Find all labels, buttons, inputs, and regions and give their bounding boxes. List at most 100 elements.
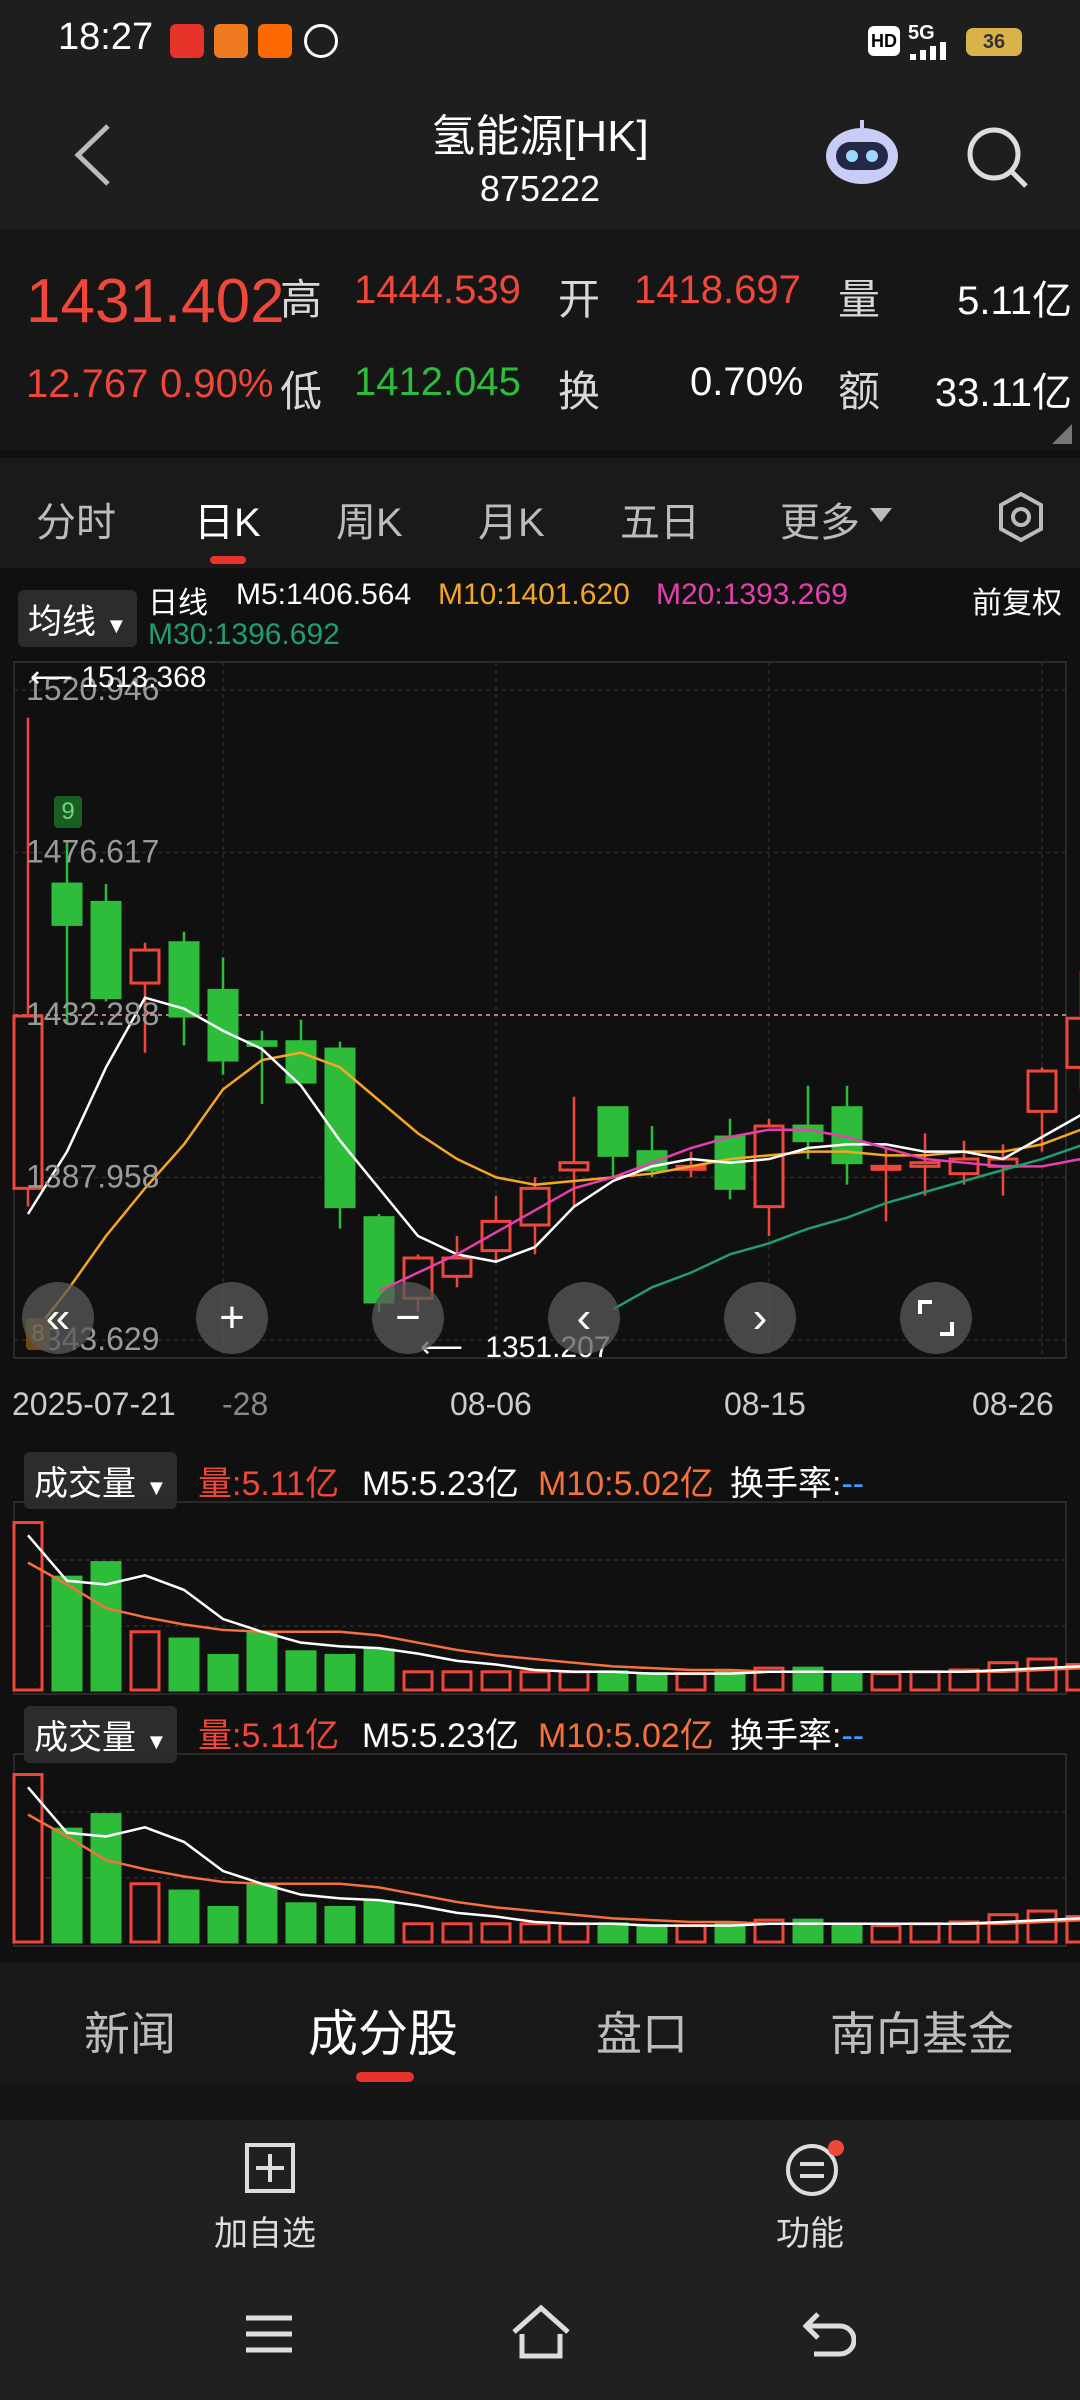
low-label: 低 <box>280 368 323 415</box>
ma5-line <box>26 996 1080 1263</box>
volume-bar <box>129 1882 161 1944</box>
price-adjust-toggle[interactable]: 前复权 <box>972 578 1062 622</box>
taobao-notification-icon <box>258 24 292 58</box>
volume-ma10-readout: M10:5.02亿 <box>538 1465 714 1503</box>
fullscreen-button[interactable] <box>900 1282 972 1354</box>
active-tab-indicator <box>356 2072 414 2082</box>
volume-bar <box>831 1672 863 1692</box>
y-tick-label: 1432.288 <box>26 996 159 1032</box>
volume-bar <box>168 1637 200 1692</box>
tab-constituents[interactable]: 成分股 <box>308 1994 458 2066</box>
volume-ma5-readout: M5:5.23亿 <box>362 1465 519 1503</box>
candle-body <box>909 1161 941 1168</box>
functions-button[interactable]: 功能 <box>774 2140 884 2253</box>
volume-bar <box>324 1905 356 1944</box>
scroll-to-start-button[interactable]: « <box>22 1282 94 1354</box>
robot-assistant-icon[interactable] <box>822 118 902 188</box>
volume-dropdown-label: 成交量 <box>34 1465 136 1503</box>
candle-body <box>129 948 161 985</box>
zoom-in-button[interactable]: + <box>196 1282 268 1354</box>
volume-bar <box>246 1632 278 1692</box>
candle-body <box>558 1161 590 1172</box>
turnover-label: 换 <box>558 368 601 415</box>
status-time: 18:27 <box>58 16 154 58</box>
tab-daily-k[interactable]: 日K <box>194 490 261 548</box>
tab-monthly-k[interactable]: 月K <box>478 490 545 548</box>
volume-chart[interactable] <box>0 1500 1080 1700</box>
page-title: 氢能源[HK] <box>431 112 649 161</box>
home-icon[interactable] <box>510 2304 572 2360</box>
action-toolbar <box>0 2120 1080 2270</box>
app-notification-icon <box>170 24 204 58</box>
tab-news[interactable]: 新闻 <box>84 1998 176 2064</box>
turnover-rate-value: -- <box>841 1465 865 1503</box>
scroll-right-button[interactable]: › <box>724 1282 796 1354</box>
hd-icon: HD <box>868 26 900 56</box>
menu-circle-icon <box>786 2140 844 2196</box>
max-price-marker: ⟵ 1513.368 <box>30 660 207 695</box>
x-tick: 08-26 <box>972 1386 1054 1422</box>
x-tick: -28 <box>222 1386 269 1422</box>
add-watchlist-button[interactable]: 加自选 <box>214 2140 324 2253</box>
turnover-rate-readout: 换手率:-- <box>730 1708 864 1757</box>
ma-indicator-dropdown[interactable]: 均线 ▼ <box>18 590 138 647</box>
amount-label: 额 <box>838 368 881 415</box>
tab-five-day[interactable]: 五日 <box>620 490 700 548</box>
menu-icon[interactable] <box>244 2312 294 2356</box>
event-badge[interactable]: 9 <box>54 796 82 828</box>
tab-weekly-k[interactable]: 周K <box>336 490 403 548</box>
volume-ma10-readout: M10:5.02亿 <box>538 1717 714 1755</box>
volume-readout: 量:5.11亿 <box>198 1717 340 1755</box>
candle-body <box>1026 1069 1058 1113</box>
volume-bar <box>285 1650 317 1692</box>
volume-bar <box>597 1922 629 1944</box>
tab-intraday[interactable]: 分时 <box>36 490 116 548</box>
open-label: 开 <box>558 276 601 323</box>
turnover-value: 0.70% <box>690 360 804 404</box>
volume-bar <box>441 1922 473 1944</box>
tab-southbound-fund[interactable]: 南向基金 <box>830 1998 1014 2064</box>
volume-bar <box>363 1648 395 1692</box>
volume-bar <box>1026 1909 1058 1944</box>
volume-label: 量 <box>838 276 881 323</box>
volume-bar <box>636 1924 668 1944</box>
chevron-down-icon: ▼ <box>145 1729 168 1754</box>
candle-body <box>597 1106 629 1157</box>
volume-bar <box>402 1922 434 1944</box>
chevron-left-icon: ‹ <box>576 1293 592 1342</box>
volume-bar <box>870 1672 902 1692</box>
back-nav-icon[interactable] <box>800 2304 856 2360</box>
ma-dropdown-label: 均线 <box>28 603 96 641</box>
chevron-down-icon: ▼ <box>145 1475 168 1500</box>
candle-body <box>441 1256 473 1278</box>
volume-bar <box>129 1630 161 1692</box>
volume-bar <box>675 1924 707 1944</box>
x-tick: 08-15 <box>724 1386 806 1422</box>
volume-bar <box>831 1924 863 1944</box>
volume-bar <box>558 1922 590 1944</box>
volume-bar <box>987 1661 1019 1692</box>
settings-icon[interactable] <box>994 490 1048 544</box>
tab-more[interactable]: 更多 <box>780 490 860 548</box>
stock-code: 875222 <box>479 168 601 209</box>
volume-bar <box>51 1827 83 1944</box>
volume-chart[interactable] <box>0 1752 1080 1952</box>
search-icon[interactable] <box>962 122 1032 192</box>
volume-bar <box>519 1922 551 1944</box>
candle-body <box>519 1186 551 1227</box>
candle-body <box>90 900 122 1000</box>
battery-icon: 36 <box>966 28 1022 56</box>
app-notification-icon <box>304 24 338 58</box>
volume-bar <box>1026 1657 1058 1692</box>
scroll-left-button[interactable]: ‹ <box>548 1282 620 1354</box>
tab-order-book[interactable]: 盘口 <box>596 1998 688 2064</box>
high-value: 1444.539 <box>354 268 521 312</box>
volume-bar <box>558 1670 590 1692</box>
ma30-readout: M30:1396.692 <box>148 618 340 651</box>
ma20-readout: M20:1393.269 <box>656 578 848 611</box>
zoom-out-button[interactable]: − <box>372 1282 444 1354</box>
expand-corner-icon[interactable] <box>1052 424 1072 444</box>
open-value: 1418.697 <box>634 268 801 312</box>
ma5-readout: M5:1406.564 <box>236 578 412 611</box>
candle-body <box>51 882 83 926</box>
